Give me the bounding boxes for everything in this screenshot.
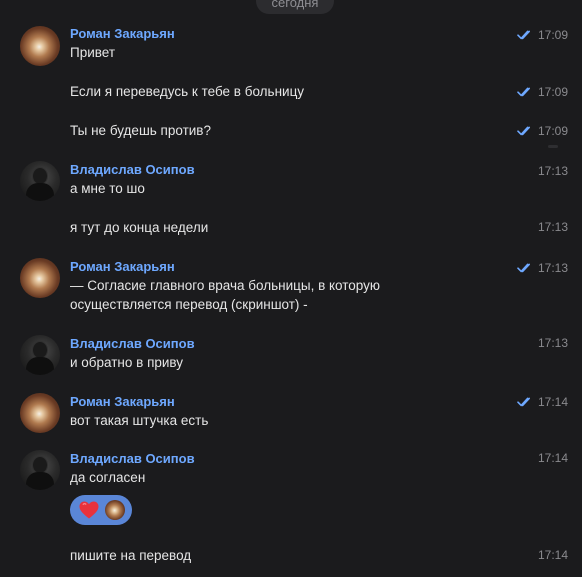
message-meta: 17:14 bbox=[517, 395, 568, 409]
chat-history: сегодня Роман Закарьян Привет 17:09 Если… bbox=[0, 0, 582, 577]
read-checks-icon bbox=[517, 126, 530, 136]
message-time: 17:13 bbox=[537, 336, 568, 350]
avatar-silhouette-head bbox=[33, 342, 47, 358]
avatar-silhouette-head bbox=[33, 168, 47, 184]
message-text: пишите на перевод bbox=[70, 548, 192, 563]
date-separator: сегодня bbox=[256, 0, 334, 14]
message-meta: 17:13 bbox=[517, 261, 568, 275]
scroll-marker bbox=[548, 145, 558, 148]
message-text: Привет bbox=[70, 45, 116, 60]
avatar-silhouette-head bbox=[33, 457, 47, 473]
read-checks-icon bbox=[517, 30, 530, 40]
message-time: 17:14 bbox=[537, 395, 568, 409]
message-time: 17:14 bbox=[537, 451, 568, 465]
sender-name[interactable]: Роман Закарьян bbox=[70, 26, 175, 42]
message-meta: 17:09 bbox=[517, 124, 568, 138]
read-checks-icon bbox=[517, 263, 530, 273]
avatar-roman[interactable] bbox=[20, 393, 60, 433]
message-text: а мне то шо bbox=[70, 181, 145, 196]
avatar-roman[interactable] bbox=[20, 258, 60, 298]
avatar-silhouette-body bbox=[26, 357, 54, 375]
sender-name[interactable]: Владислав Осипов bbox=[70, 336, 195, 352]
message-time: 17:09 bbox=[537, 85, 568, 99]
message-time: 17:14 bbox=[537, 548, 568, 562]
message-meta: 17:13 bbox=[538, 336, 568, 350]
reaction-avatar-roman bbox=[105, 500, 125, 520]
message-meta: 17:09 bbox=[517, 28, 568, 42]
message-meta: 17:14 bbox=[538, 548, 568, 562]
avatar-roman[interactable] bbox=[20, 26, 60, 66]
message-text: — Согласие главного врача больницы, в ко… bbox=[70, 278, 381, 293]
message-time: 17:13 bbox=[537, 220, 568, 234]
message-text: осуществляется перевод (скриншот) - bbox=[70, 297, 308, 312]
avatar-silhouette-body bbox=[26, 472, 54, 490]
avatar-vladislav[interactable] bbox=[20, 450, 60, 490]
read-checks-icon bbox=[517, 87, 530, 97]
message-meta: 17:13 bbox=[538, 220, 568, 234]
read-checks-icon bbox=[517, 397, 530, 407]
avatar-silhouette-body bbox=[26, 183, 54, 201]
message-text: и обратно в приву bbox=[70, 355, 184, 370]
message-text: Если я переведусь к тебе в больницу bbox=[70, 84, 305, 99]
message-time: 17:13 bbox=[537, 164, 568, 178]
sender-name[interactable]: Роман Закарьян bbox=[70, 259, 175, 275]
red-heart-icon bbox=[79, 501, 99, 519]
avatar-vladislav[interactable] bbox=[20, 161, 60, 201]
sender-name[interactable]: Роман Закарьян bbox=[70, 394, 175, 410]
message-time: 17:09 bbox=[537, 28, 568, 42]
message-meta: 17:09 bbox=[517, 85, 568, 99]
message-time: 17:09 bbox=[537, 124, 568, 138]
message-text: я тут до конца недели bbox=[70, 220, 209, 235]
message-meta: 17:13 bbox=[538, 164, 568, 178]
message-text: да согласен bbox=[70, 470, 146, 485]
message-text: вот такая штучка есть bbox=[70, 413, 209, 428]
avatar-vladislav[interactable] bbox=[20, 335, 60, 375]
message-meta: 17:14 bbox=[538, 451, 568, 465]
message-text: Ты не будешь против? bbox=[70, 123, 211, 138]
sender-name[interactable]: Владислав Осипов bbox=[70, 451, 195, 467]
message-time: 17:13 bbox=[537, 261, 568, 275]
sender-name[interactable]: Владислав Осипов bbox=[70, 162, 195, 178]
